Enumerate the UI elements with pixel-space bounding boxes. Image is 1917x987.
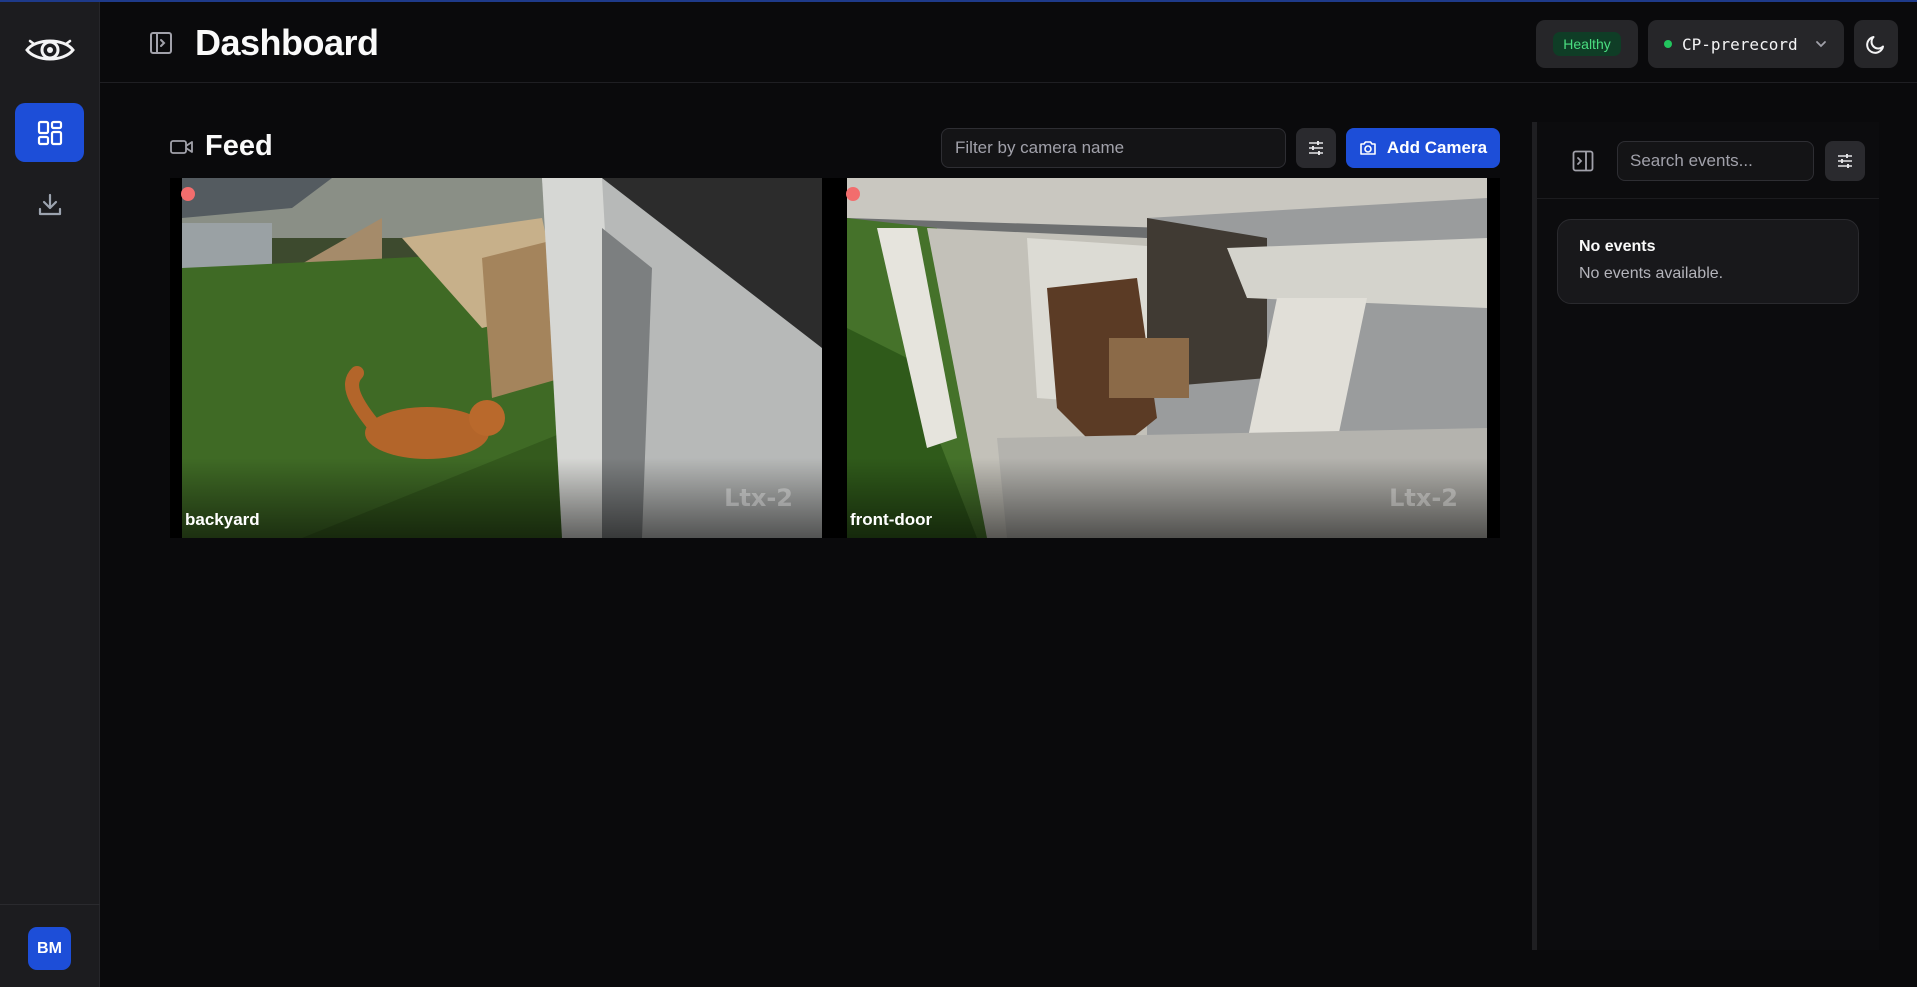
empty-events-description: No events available.	[1579, 265, 1724, 282]
video-camera-icon	[170, 140, 193, 154]
eye-icon[interactable]	[24, 32, 76, 68]
rail-divider	[0, 904, 100, 905]
add-camera-button[interactable]: Add Camera	[1346, 128, 1500, 168]
add-camera-label: Add Camera	[1386, 138, 1488, 157]
feed-filter-button[interactable]	[1296, 128, 1336, 168]
dashboard-grid-icon	[37, 120, 62, 145]
camera-name-label: front-door	[850, 510, 933, 529]
moon-icon	[1866, 36, 1884, 54]
left-nav-rail: BM	[0, 2, 100, 987]
camera-tile-front-door[interactable]: Ltx-2 front-door	[835, 178, 1500, 538]
instance-status-dot	[1664, 40, 1672, 48]
instance-selector[interactable]: CP-prerecord	[1648, 20, 1844, 68]
recording-indicator	[846, 187, 860, 201]
camera-watermark: Ltx-2	[1389, 484, 1458, 512]
top-header: Dashboard Healthy CP-prerecord	[100, 2, 1917, 83]
page-title: Dashboard	[195, 22, 379, 63]
sidebar-toggle-icon[interactable]	[148, 30, 174, 56]
recording-indicator	[181, 187, 195, 201]
events-toolbar	[1537, 122, 1879, 199]
camera-name-label: backyard	[185, 510, 260, 529]
camera-filter-input[interactable]	[941, 128, 1286, 168]
chevron-down-icon	[1816, 41, 1826, 48]
user-avatar[interactable]: BM	[28, 927, 71, 970]
sliders-icon	[1838, 154, 1852, 168]
panel-collapse-icon[interactable]	[1571, 149, 1595, 173]
nav-downloads-button[interactable]	[15, 175, 84, 234]
nav-dashboard-button[interactable]	[15, 103, 84, 162]
instance-name: CP-prerecord	[1682, 34, 1798, 54]
camera-watermark: Ltx-2	[724, 484, 793, 512]
camera-icon	[1360, 141, 1376, 155]
download-icon	[38, 193, 61, 215]
empty-events-card: No events No events available.	[1557, 219, 1859, 304]
events-filter-button[interactable]	[1825, 141, 1865, 181]
camera-tile-backyard[interactable]: Ltx-2 backyard	[170, 178, 835, 538]
camera-grid: Ltx-2 backyard Ltx-2 front-door	[170, 178, 1500, 538]
events-panel: No events No events available.	[1532, 122, 1879, 950]
feed-title: Feed	[205, 130, 273, 162]
health-status[interactable]: Healthy	[1536, 20, 1638, 68]
events-search-input[interactable]	[1617, 141, 1814, 181]
status-badge: Healthy	[1553, 32, 1621, 56]
sliders-icon	[1309, 141, 1323, 155]
feed-header: Feed Add Camera	[170, 126, 1500, 170]
empty-events-title: No events	[1579, 238, 1656, 255]
theme-toggle-button[interactable]	[1854, 20, 1898, 68]
